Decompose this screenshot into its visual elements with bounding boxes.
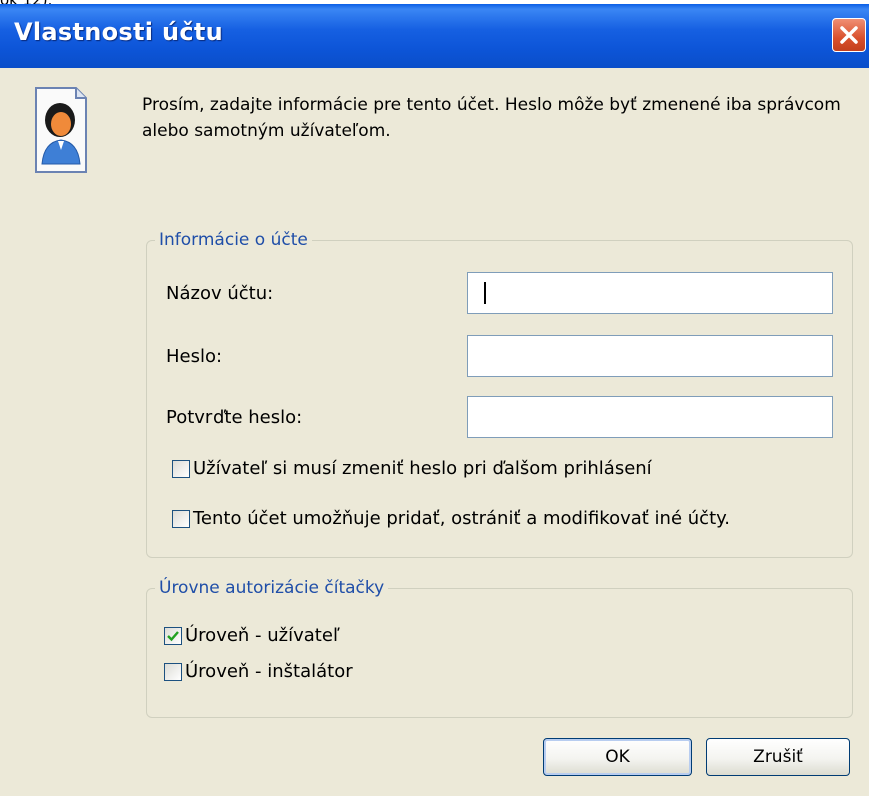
text-caret [484,282,486,304]
change-password-checkbox[interactable] [172,459,190,478]
change-password-label: Užívateľ si musí zmeniť heslo pri ďalšom… [193,458,652,479]
account-name-label: Názov účtu: [166,283,274,304]
checkmark-icon [167,630,179,641]
level-installer-label: Úroveň - inštalátor [185,661,353,682]
user-account-icon [35,87,87,173]
level-installer-checkbox-row[interactable]: Úroveň - inštalátor [164,661,353,682]
confirm-password-input[interactable] [467,396,833,438]
level-user-checkbox[interactable] [164,626,182,645]
authorization-levels-title: Úrovne autorizácie čítačky [159,578,385,598]
level-user-label: Úroveň - užívateľ [185,625,340,646]
level-installer-checkbox[interactable] [164,662,182,681]
password-label: Heslo: [166,346,223,367]
close-button[interactable] [832,18,866,52]
manage-accounts-checkbox-row[interactable]: Tento účet umožňuje pridať, ostrániť a m… [172,508,730,529]
close-icon [840,26,858,44]
account-properties-dialog: Vlastnosti účtu Prosím, zadajte informác… [0,4,869,796]
cancel-button[interactable]: Zrušiť [706,738,850,776]
password-input[interactable] [467,335,833,377]
authorization-levels-group: Úrovne autorizácie čítačky [146,578,853,718]
level-user-checkbox-row[interactable]: Úroveň - užívateľ [164,625,340,646]
confirm-password-label: Potvrďte heslo: [166,407,303,428]
dialog-body: Prosím, zadajte informácie pre tento úče… [0,68,869,796]
ok-button[interactable]: OK [543,738,692,776]
title-bar[interactable]: Vlastnosti účtu [0,4,869,68]
account-info-title: Informácie o účte [159,230,308,250]
change-password-checkbox-row[interactable]: Užívateľ si musí zmeniť heslo pri ďalšom… [172,458,652,479]
window-title: Vlastnosti účtu [14,18,224,46]
intro-text: Prosím, zadajte informácie pre tento úče… [142,95,841,141]
manage-accounts-label: Tento účet umožňuje pridať, ostrániť a m… [193,508,730,529]
account-name-input[interactable] [467,272,833,314]
manage-accounts-checkbox[interactable] [172,509,190,528]
